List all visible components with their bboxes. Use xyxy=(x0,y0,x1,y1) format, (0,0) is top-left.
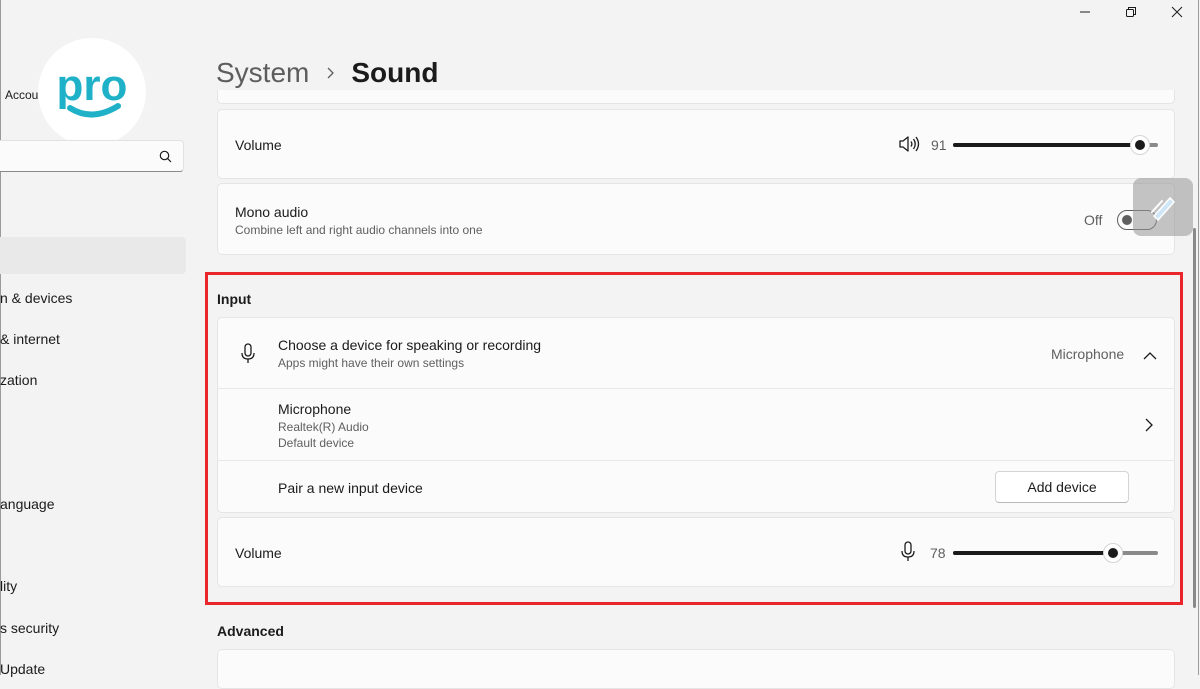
minimize-icon xyxy=(1080,11,1090,13)
output-volume-value: 91 xyxy=(931,137,947,153)
breadcrumb: System Sound xyxy=(216,55,438,91)
sidebar-item-time-language[interactable]: anguage xyxy=(0,496,55,512)
sidebar-item-personalization[interactable]: zation xyxy=(0,372,37,388)
pro-logo: pro xyxy=(38,38,146,146)
device-status: Default device xyxy=(278,436,355,450)
device-driver: Realtek(R) Audio xyxy=(278,420,369,434)
previous-card-edge xyxy=(217,90,1175,104)
sidebar-item-privacy-security[interactable]: s security xyxy=(0,620,59,636)
microphone-device-row[interactable]: Microphone Realtek(R) Audio Default devi… xyxy=(218,389,1174,460)
input-volume-card: Volume 78 xyxy=(217,517,1175,587)
sidebar: Accou pro n & devices & internet zation … xyxy=(0,0,200,677)
page-title: Sound xyxy=(351,57,439,88)
input-volume-value: 78 xyxy=(930,545,946,561)
selected-input-device[interactable]: Microphone xyxy=(1051,346,1124,362)
advanced-card xyxy=(217,649,1175,689)
input-volume-label: Volume xyxy=(235,545,282,561)
output-volume-card: Volume 91 xyxy=(217,109,1175,179)
add-device-button[interactable]: Add device xyxy=(995,471,1129,503)
input-volume-thumb[interactable] xyxy=(1102,543,1123,563)
window-controls xyxy=(1062,0,1200,24)
mono-audio-state: Off xyxy=(1084,212,1103,228)
scrollbar[interactable] xyxy=(1193,228,1196,608)
account-name: Accou xyxy=(5,88,39,102)
input-volume-slider[interactable] xyxy=(953,543,1158,563)
choose-device-label: Choose a device for speaking or recordin… xyxy=(278,337,542,353)
close-icon xyxy=(1171,6,1183,18)
row-divider xyxy=(218,460,1174,461)
pair-device-label: Pair a new input device xyxy=(278,480,423,496)
microphone-icon[interactable] xyxy=(900,541,916,568)
breadcrumb-parent[interactable]: System xyxy=(216,57,309,89)
sidebar-item-selected[interactable] xyxy=(0,237,186,274)
chevron-right-icon xyxy=(325,67,335,79)
sidebar-item-accessibility[interactable]: lity xyxy=(0,578,17,594)
output-volume-thumb[interactable] xyxy=(1129,135,1150,155)
search-box[interactable] xyxy=(0,140,184,172)
mono-audio-description: Combine left and right audio channels in… xyxy=(235,223,483,237)
mono-audio-label: Mono audio xyxy=(235,204,309,220)
input-device-card: Choose a device for speaking or recordin… xyxy=(217,317,1175,513)
chevron-right-icon xyxy=(1144,418,1154,437)
advanced-section-title: Advanced xyxy=(217,623,284,639)
output-volume-slider[interactable] xyxy=(953,135,1158,155)
restore-button[interactable] xyxy=(1108,0,1154,24)
sidebar-item-bluetooth-devices[interactable]: n & devices xyxy=(0,290,72,306)
svg-text:pro: pro xyxy=(57,61,128,110)
mono-audio-card: Mono audio Combine left and right audio … xyxy=(217,183,1175,255)
choose-device-description: Apps might have their own settings xyxy=(278,356,465,370)
pro-logo-mark: pro xyxy=(57,61,128,118)
output-volume-fill xyxy=(953,143,1140,147)
minimize-button[interactable] xyxy=(1062,0,1108,24)
device-name: Microphone xyxy=(278,401,352,417)
close-button[interactable] xyxy=(1154,0,1200,24)
toggle-knob xyxy=(1122,215,1132,225)
input-volume-fill xyxy=(953,551,1113,555)
search-icon[interactable] xyxy=(159,150,172,168)
output-volume-label: Volume xyxy=(235,137,282,153)
speaker-icon[interactable] xyxy=(898,135,920,158)
microphone-icon xyxy=(240,343,256,370)
sidebar-item-network-internet[interactable]: & internet xyxy=(0,331,60,347)
restore-icon xyxy=(1126,7,1136,17)
chevron-up-icon[interactable] xyxy=(1143,348,1157,366)
pen-overlay-icon[interactable] xyxy=(1133,178,1193,236)
input-section-title: Input xyxy=(217,291,252,307)
